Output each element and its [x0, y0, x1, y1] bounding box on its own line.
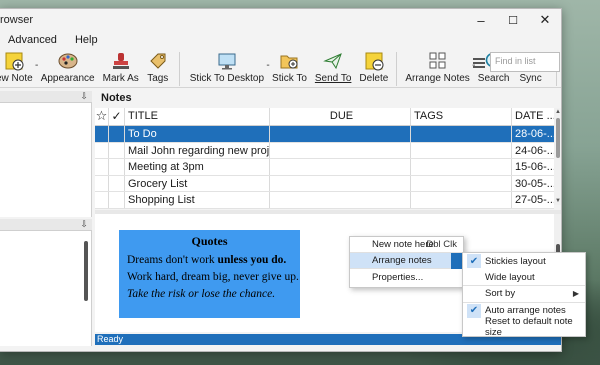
sticky-line: Take the risk or lose the chance. [127, 288, 276, 300]
list-view-icon[interactable] [472, 56, 486, 70]
table-row[interactable]: Shopping List 27-05-... [95, 192, 554, 209]
appearance-button[interactable]: Appearance [41, 50, 95, 84]
table-row[interactable]: Mail John regarding new project 24-06-..… [95, 142, 554, 159]
row-due [270, 192, 411, 208]
monitor-icon [216, 50, 238, 72]
row-title: To Do [125, 126, 270, 142]
palette-icon [57, 50, 79, 72]
menu-item-reset-size[interactable]: Reset to default note size [463, 316, 585, 338]
details-pane[interactable] [0, 231, 92, 346]
send-to-button[interactable]: Send To [314, 50, 352, 84]
notes-table: ☆ ✓ TITLE DUE TAGS DATE ... To Do 28-06-… [95, 108, 554, 209]
row-title: Grocery List [125, 175, 270, 191]
toolbar-separator [178, 52, 180, 86]
toolbar: ew Note - Appearance Mark As Tags S [0, 48, 561, 88]
scrollbar-thumb[interactable] [556, 118, 560, 158]
scroll-up-icon[interactable]: ▲ [554, 109, 561, 115]
sticky-line: Work hard, dream big, never give up. [127, 271, 299, 283]
delete-note-icon [363, 50, 385, 72]
mark-as-button[interactable]: Mark As [103, 50, 139, 84]
sticky-note[interactable]: Quotes Dreams don't work unless you do. … [119, 230, 300, 318]
check-column-icon[interactable]: ✓ [109, 108, 125, 125]
pane-header: ⇩ [0, 91, 92, 103]
maximize-button[interactable]: ☐ [497, 9, 529, 31]
pin-icon[interactable]: ⇩ [80, 91, 88, 102]
table-row[interactable]: To Do 28-06-... [95, 126, 554, 143]
table-header: ☆ ✓ TITLE DUE TAGS DATE ... [95, 108, 554, 126]
row-date: 15-06-... [515, 161, 554, 173]
row-date: 28-06-... [515, 128, 554, 140]
check-icon: ✔ [467, 254, 481, 268]
stick-to-desktop-button[interactable]: Stick To Desktop [190, 50, 264, 84]
row-tags [411, 192, 512, 208]
tags-button[interactable]: Tags [147, 50, 169, 84]
sticky-line: Dreams don't work unless you do. [127, 254, 287, 266]
context-menu: New note here Dbl Clk Arrange notes Prop… [349, 236, 464, 288]
row-title: Shopping List [125, 192, 270, 208]
paper-plane-icon [322, 50, 344, 72]
toolbar-separator [396, 52, 398, 86]
row-tags [411, 142, 512, 158]
row-tags [411, 126, 512, 142]
delete-button[interactable]: Delete [359, 50, 388, 84]
scroll-down-icon[interactable]: ▼ [554, 198, 561, 204]
menu-item-sort-by[interactable]: Sort by ▶ [463, 286, 585, 303]
row-due [270, 142, 411, 158]
row-tags [411, 175, 512, 191]
shortcut-label: Dbl Clk [426, 239, 457, 250]
menu-item-stickies-layout[interactable]: ✔ Stickies layout [463, 253, 585, 270]
row-due [270, 126, 411, 142]
chevron-right-icon: ▶ [572, 289, 579, 299]
scrollbar-thumb[interactable] [84, 241, 88, 301]
table-row[interactable]: Grocery List 30-05-... [95, 175, 554, 192]
column-title[interactable]: TITLE [125, 108, 270, 125]
menu-item-arrange-notes[interactable]: Arrange notes [350, 253, 463, 269]
close-button[interactable]: ✕ [529, 9, 561, 31]
menu-item-properties[interactable]: Properties... [350, 269, 463, 285]
folder-tree-pane[interactable] [0, 103, 92, 217]
arrange-submenu: ✔ Stickies layout Wide layout Sort by ▶ … [462, 252, 586, 338]
arrange-notes-button[interactable]: Arrange Notes [405, 50, 470, 84]
send-to-label: Send To [314, 73, 352, 84]
tag-icon [147, 50, 169, 72]
row-date: 30-05-... [515, 177, 554, 190]
row-date: 24-06-... [515, 144, 554, 157]
column-date[interactable]: DATE ... [512, 108, 554, 125]
column-due[interactable]: DUE [270, 108, 411, 125]
dropdown-dash: - [266, 60, 270, 71]
menu-item-new-note-here[interactable]: New note here Dbl Clk [350, 237, 463, 253]
check-icon: ✔ [467, 303, 481, 318]
window-title: rowser [0, 14, 34, 26]
pane-header: ⇩ [0, 219, 92, 231]
sticky-title: Quotes [191, 234, 228, 248]
row-tags [411, 159, 512, 175]
table-row[interactable]: Meeting at 3pm 15-06-... [95, 159, 554, 176]
row-title: Meeting at 3pm [125, 159, 270, 175]
menu-bar: Advanced Help [0, 31, 561, 48]
row-title: Mail John regarding new project [125, 142, 270, 158]
stick-to-button[interactable]: Stick To [272, 50, 307, 84]
column-tags[interactable]: TAGS [411, 108, 512, 125]
folder-icon [278, 50, 300, 72]
dropdown-dash: - [35, 60, 39, 71]
row-due [270, 175, 411, 191]
row-date: 27-05-... [515, 194, 554, 206]
new-note-icon [3, 50, 25, 72]
menu-advanced[interactable]: Advanced [8, 34, 57, 46]
new-note-button[interactable]: ew Note [0, 50, 33, 84]
left-pane: ⇩ ⇩ [0, 91, 92, 346]
table-scrollbar[interactable]: ▲ ▼ [554, 108, 561, 205]
menu-help[interactable]: Help [75, 34, 98, 46]
search-input[interactable]: Find in list [490, 52, 560, 72]
minimize-button[interactable]: – [465, 9, 497, 31]
menu-item-wide-layout[interactable]: Wide layout [463, 270, 585, 286]
pin-icon[interactable]: ⇩ [80, 219, 88, 230]
title-bar: rowser – ☐ ✕ [0, 9, 561, 31]
row-due [270, 159, 411, 175]
grid-icon [427, 50, 449, 72]
stamp-icon [110, 50, 132, 72]
star-column-icon[interactable]: ☆ [95, 108, 109, 125]
panel-title: Notes [95, 91, 561, 105]
window-controls: – ☐ ✕ [465, 9, 561, 31]
